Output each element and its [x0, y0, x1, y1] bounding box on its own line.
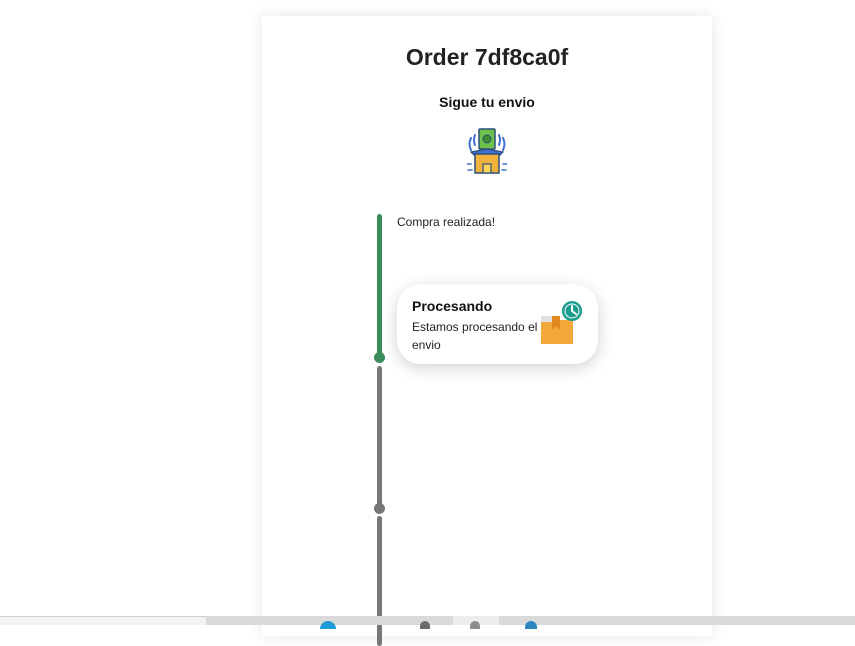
- tracking-subtitle: Sigue tu envio: [439, 94, 535, 110]
- status-title: Procesando: [412, 298, 493, 314]
- timeline-line-pending: [377, 516, 382, 646]
- app-icon[interactable]: [470, 621, 480, 629]
- app-icon[interactable]: [420, 621, 430, 629]
- timeline-step-label: Compra realizada!: [397, 215, 496, 229]
- browser-icon[interactable]: [320, 621, 336, 629]
- timeline-line-pending: [377, 366, 382, 508]
- status-description: Estamos procesando el envio: [412, 320, 538, 352]
- app-icon[interactable]: [525, 621, 537, 629]
- current-status-card: Procesando Estamos procesando el envio: [397, 284, 598, 364]
- taskbar: [0, 616, 855, 629]
- package-money-icon: [467, 128, 507, 174]
- order-tracking-card: Order 7df8ca0f Sigue tu envio Compra rea…: [262, 16, 712, 646]
- timeline-line-done: [377, 214, 382, 357]
- timeline-node-done: [374, 352, 385, 363]
- order-title: Order 7df8ca0f: [405, 44, 569, 70]
- timeline-node-pending: [374, 503, 385, 514]
- box-clock-icon: [541, 301, 582, 344]
- taskbar-search-area[interactable]: [0, 616, 206, 625]
